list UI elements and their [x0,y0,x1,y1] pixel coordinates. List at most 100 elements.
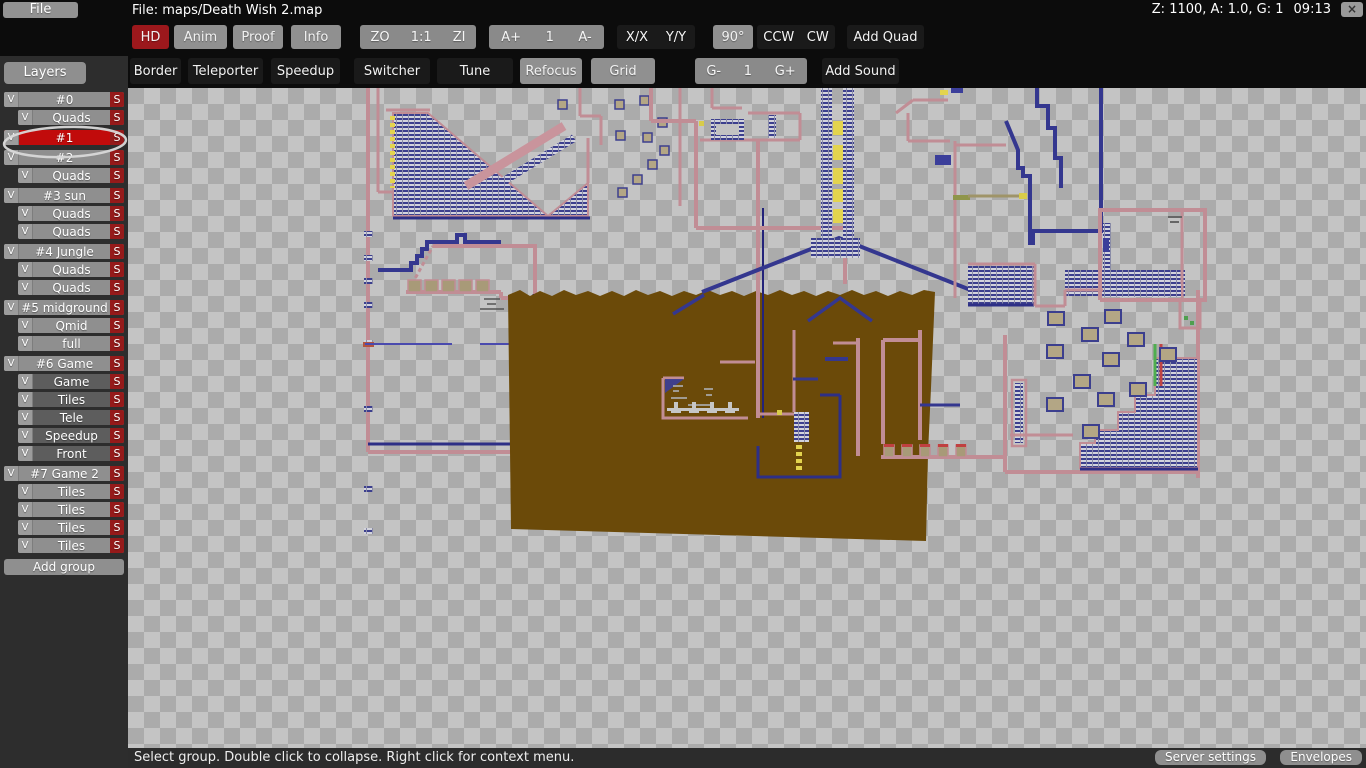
add-quad-button[interactable]: Add Quad [847,25,924,49]
flip-y-button[interactable]: Y/Y [666,30,686,45]
visibility-toggle[interactable]: V [4,130,19,145]
hd-toggle[interactable]: HD [132,25,169,49]
server-settings-button[interactable]: Server settings [1155,750,1266,765]
group-row[interactable]: V#0S [4,92,124,107]
visibility-toggle[interactable]: V [4,244,19,259]
solo-button[interactable]: S [110,188,124,203]
zoom-reset-button[interactable]: 1:1 [411,30,432,45]
visibility-toggle[interactable]: V [18,318,33,333]
layer-row[interactable]: VGameS [18,374,124,389]
envelopes-button[interactable]: Envelopes [1280,750,1362,765]
visibility-toggle[interactable]: V [18,280,33,295]
visibility-toggle[interactable]: V [18,520,33,535]
layer-row[interactable]: VSpeedupS [18,428,124,443]
grid-smaller-button[interactable]: G- [706,64,721,79]
layer-row[interactable]: VTilesS [18,502,124,517]
solo-button[interactable]: S [110,244,124,259]
refocus-button[interactable]: Refocus [520,58,582,84]
group-row[interactable]: V#6 GameS [4,356,124,371]
solo-button[interactable]: S [110,428,124,443]
solo-button[interactable]: S [110,484,124,499]
border-button[interactable]: Border [130,58,181,84]
visibility-toggle[interactable]: V [4,466,19,481]
solo-button[interactable]: S [110,336,124,351]
anim-slower-button[interactable]: A- [578,30,591,45]
visibility-toggle[interactable]: V [18,538,33,553]
solo-button[interactable]: S [110,224,124,239]
layers-header[interactable]: Layers [4,62,86,84]
group-row[interactable]: V#4 JungleS [4,244,124,259]
layer-row[interactable]: VQmidS [18,318,124,333]
layer-row[interactable]: VTilesS [18,392,124,407]
solo-button[interactable]: S [110,538,124,553]
info-toggle[interactable]: Info [291,25,341,49]
layer-row[interactable]: VQuadsS [18,280,124,295]
group-row[interactable]: V#2S [4,150,124,165]
zoom-out-button[interactable]: ZO [371,30,390,45]
speedup-button[interactable]: Speedup [271,58,340,84]
visibility-toggle[interactable]: V [4,92,19,107]
file-menu-button[interactable]: File [3,2,78,18]
group-row[interactable]: V#3 sunS [4,188,124,203]
flip-x-button[interactable]: X/X [626,30,648,45]
visibility-toggle[interactable]: V [18,206,33,221]
solo-button[interactable]: S [110,92,124,107]
proof-toggle[interactable]: Proof [233,25,283,49]
layer-row[interactable]: VQuadsS [18,110,124,125]
teleporter-button[interactable]: Teleporter [188,58,263,84]
layer-row[interactable]: VQuadsS [18,224,124,239]
visibility-toggle[interactable]: V [18,262,33,277]
visibility-toggle[interactable]: V [18,336,33,351]
group-row[interactable]: V#7 Game 2S [4,466,124,481]
layer-row[interactable]: VfullS [18,336,124,351]
layer-row[interactable]: VTilesS [18,520,124,535]
solo-button[interactable]: S [110,110,124,125]
solo-button[interactable]: S [110,150,124,165]
visibility-toggle[interactable]: V [4,356,19,371]
layer-row[interactable]: VQuadsS [18,168,124,183]
visibility-toggle[interactable]: V [4,188,19,203]
solo-button[interactable]: S [110,520,124,535]
visibility-toggle[interactable]: V [18,428,33,443]
group-row[interactable]: V#5 midgroundS [4,300,124,315]
solo-button[interactable]: S [110,466,124,481]
visibility-toggle[interactable]: V [4,300,19,315]
grid-toggle[interactable]: Grid [591,58,655,84]
solo-button[interactable]: S [110,318,124,333]
solo-button[interactable]: S [110,168,124,183]
rotate-cw-button[interactable]: CW [807,30,829,45]
layer-row[interactable]: VFrontS [18,446,124,461]
solo-button[interactable]: S [110,502,124,517]
layer-row[interactable]: VTilesS [18,484,124,499]
solo-button[interactable]: S [110,262,124,277]
rotate-90-button[interactable]: 90° [713,25,753,49]
visibility-toggle[interactable]: V [18,392,33,407]
visibility-toggle[interactable]: V [18,168,33,183]
visibility-toggle[interactable]: V [18,374,33,389]
visibility-toggle[interactable]: V [18,110,33,125]
grid-larger-button[interactable]: G+ [775,64,796,79]
solo-button[interactable]: S [110,356,124,371]
solo-button[interactable]: S [110,206,124,221]
tune-button[interactable]: Tune [437,58,513,84]
map-canvas[interactable] [128,88,1366,748]
visibility-toggle[interactable]: V [18,446,33,461]
close-icon[interactable]: × [1341,2,1363,17]
solo-button[interactable]: S [110,300,124,315]
solo-button[interactable]: S [110,280,124,295]
add-group-button[interactable]: Add group [4,559,124,575]
layer-row[interactable]: VTeleS [18,410,124,425]
visibility-toggle[interactable]: V [18,502,33,517]
solo-button[interactable]: S [110,446,124,461]
anim-toggle[interactable]: Anim [174,25,227,49]
layer-row[interactable]: VQuadsS [18,262,124,277]
rotate-ccw-button[interactable]: CCW [763,30,794,45]
solo-button[interactable]: S [110,410,124,425]
layer-row[interactable]: VTilesS [18,538,124,553]
zoom-in-button[interactable]: ZI [453,30,466,45]
solo-button[interactable]: S [110,130,124,145]
layer-row[interactable]: VQuadsS [18,206,124,221]
visibility-toggle[interactable]: V [4,150,19,165]
add-sound-button[interactable]: Add Sound [822,58,899,84]
visibility-toggle[interactable]: V [18,484,33,499]
